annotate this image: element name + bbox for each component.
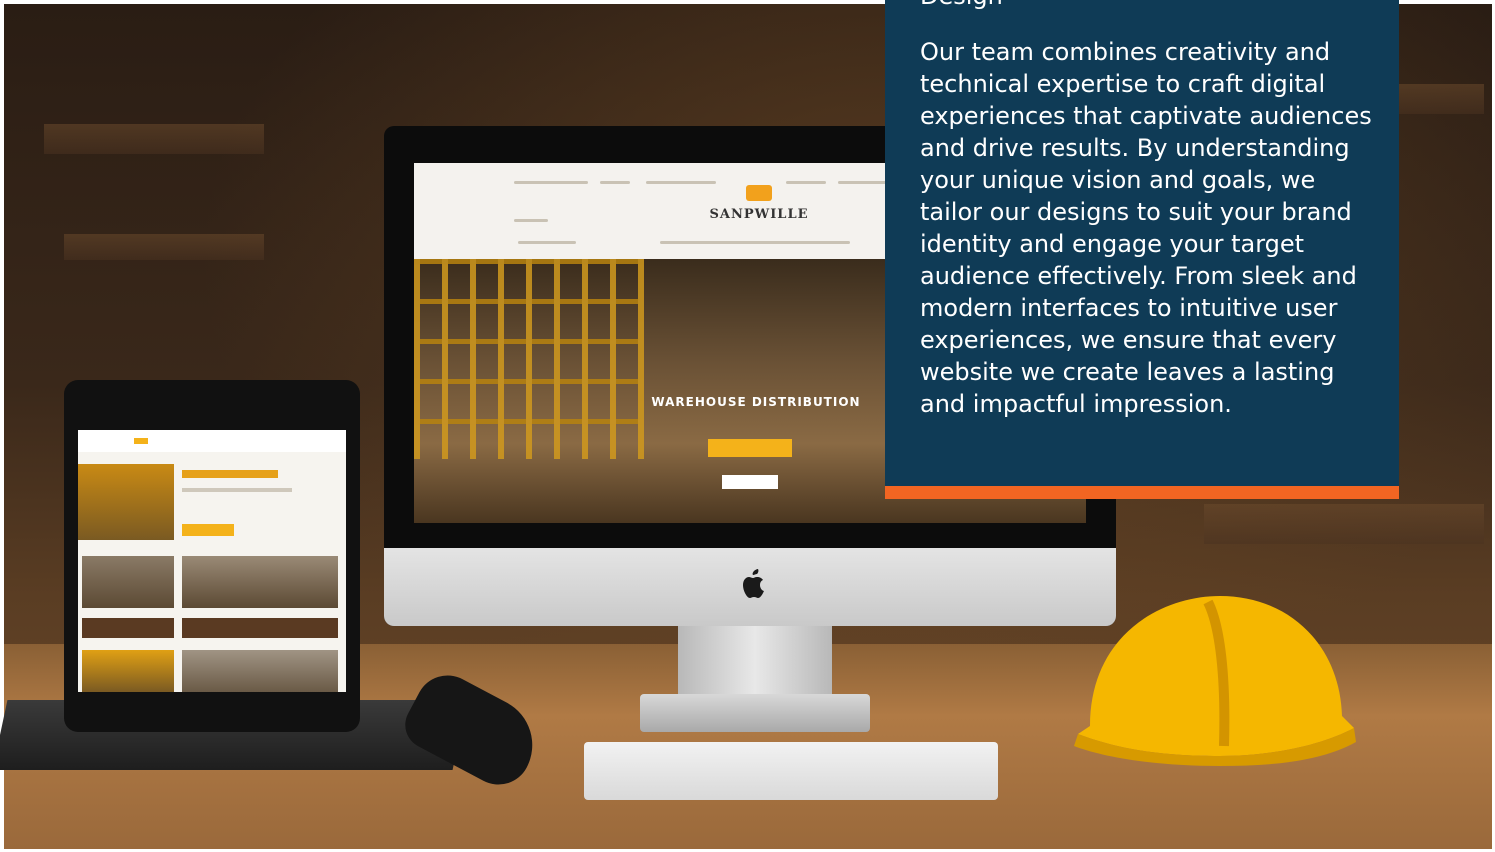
- site-nav-item: [660, 241, 850, 244]
- site-hero-title: WAREHOUSE DISTRIBUTION: [651, 395, 861, 409]
- site-nav-item: [518, 241, 576, 244]
- keyboard: [584, 742, 998, 800]
- site-nav-item: [514, 181, 588, 184]
- monitor-stand-foot: [640, 694, 870, 732]
- background-shelf: [1204, 504, 1484, 544]
- site-nav-item: [514, 219, 548, 222]
- tablet-hero-text: [182, 488, 292, 492]
- tablet-screen: [78, 430, 346, 692]
- apple-logo-icon: [743, 569, 764, 598]
- site-hero-secondary-button: [722, 475, 778, 489]
- site-hero-button: [708, 439, 792, 457]
- warehouse-rack: [414, 259, 644, 459]
- info-panel-heading: Design: [920, 0, 1380, 10]
- tablet-thumb: [82, 618, 174, 638]
- tablet-thumb: [182, 618, 338, 638]
- site-logo: SANPWILLE: [709, 207, 809, 222]
- tablet-site-header: [78, 430, 346, 452]
- tablet-hero-image: [78, 464, 174, 540]
- background-shelf: [64, 234, 264, 260]
- background-shelf: [44, 124, 264, 154]
- tablet-hero-button: [182, 524, 234, 536]
- site-logo-mark: [746, 185, 772, 201]
- tablet-thumb: [82, 650, 174, 692]
- monitor-stand-neck: [678, 626, 832, 696]
- site-nav-item: [786, 181, 826, 184]
- hard-hat: [1074, 596, 1356, 766]
- tablet-hero-heading: [182, 470, 278, 478]
- tablet-thumb: [82, 556, 174, 608]
- site-nav-item: [600, 181, 630, 184]
- info-panel-accent-bar: [885, 486, 1399, 499]
- tablet-thumb: [182, 556, 338, 608]
- promo-section: SANPWILLE WAREHOUSE DISTRIBUTION Design …: [0, 0, 1495, 852]
- info-panel-body: Our team combines creativity and technic…: [920, 38, 1372, 418]
- tablet-site-logo: [134, 438, 148, 444]
- tablet-thumb: [182, 650, 338, 692]
- site-nav-item: [646, 181, 716, 184]
